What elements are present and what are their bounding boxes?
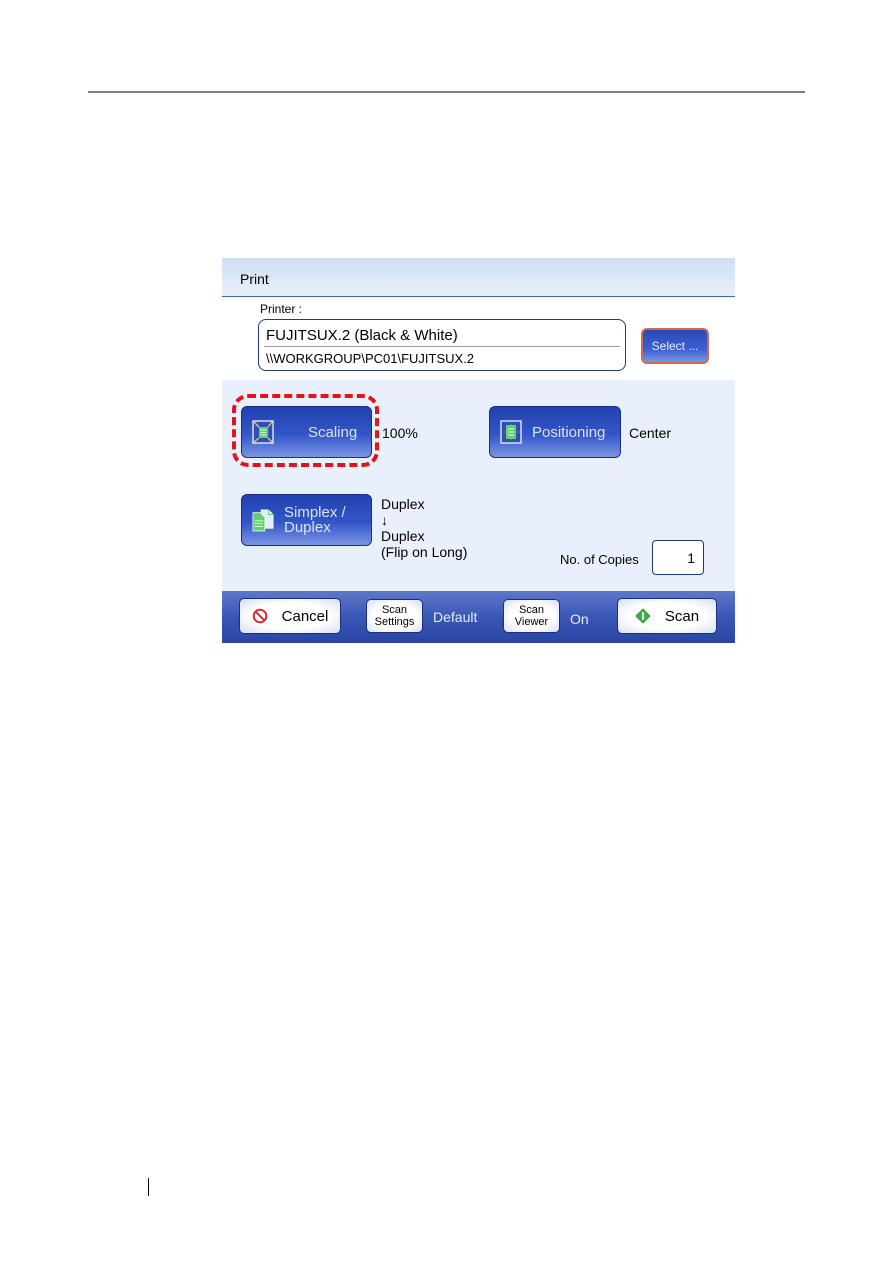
printer-name: FUJITSUX.2 (Black & White)	[266, 327, 458, 344]
cancel-icon	[252, 608, 267, 624]
options-panel: Scaling 100% Positioning Center Simplex …	[222, 380, 735, 591]
simplex-value-line1: Duplex	[381, 496, 425, 512]
scan-viewer-line2: Viewer	[514, 616, 549, 628]
simplex-duplex-value: Duplex ↓ Duplex (Flip on Long)	[381, 496, 467, 560]
simplex-value-line2: Duplex	[381, 528, 425, 544]
simplex-duplex-icon	[252, 509, 274, 532]
simplex-value-line3: (Flip on Long)	[381, 544, 468, 560]
scan-settings-value: Default	[433, 609, 478, 625]
window-title: Print	[240, 271, 269, 287]
title-bar: Print	[222, 258, 735, 297]
bottom-toolbar: Cancel Scan Settings Default Scan Viewer…	[222, 591, 735, 643]
scan-settings-line1: Scan	[381, 604, 408, 616]
select-printer-button[interactable]: Select ...	[641, 328, 709, 364]
printer-divider	[264, 346, 620, 347]
scan-viewer-value: On	[570, 611, 589, 627]
scan-settings-line2: Settings	[374, 616, 415, 628]
positioning-icon	[500, 420, 522, 444]
simplex-label-line1: Simplex /	[284, 504, 346, 521]
printer-section: Printer : FUJITSUX.2 (Black & White) \\W…	[222, 298, 735, 380]
printer-label: Printer :	[260, 302, 303, 316]
print-dialog: Print Printer : FUJITSUX.2 (Black & Whit…	[222, 258, 735, 643]
scaling-value: 100%	[382, 425, 418, 441]
scan-viewer-button[interactable]: Scan Viewer	[503, 599, 560, 633]
printer-display: FUJITSUX.2 (Black & White) \\WORKGROUP\P…	[258, 319, 626, 371]
positioning-value: Center	[629, 425, 672, 441]
printer-path: \\WORKGROUP\PC01\FUJITSUX.2	[266, 351, 475, 366]
simplex-duplex-button[interactable]: Simplex / Duplex	[241, 494, 372, 546]
scan-viewer-line1: Scan	[518, 604, 545, 616]
cancel-label: Cancel	[281, 607, 329, 625]
scan-settings-button[interactable]: Scan Settings	[366, 599, 423, 633]
simplex-duplex-label: Simplex / Duplex	[284, 505, 346, 535]
page-margin-mark	[148, 1178, 149, 1196]
copies-label: No. of Copies	[560, 552, 639, 567]
scan-label: Scan	[664, 607, 700, 625]
header-rule	[88, 91, 805, 93]
cancel-button[interactable]: Cancel	[239, 598, 341, 634]
simplex-value-arrow: ↓	[381, 512, 388, 528]
copies-input[interactable]: 1	[652, 540, 704, 575]
positioning-label: Positioning	[532, 423, 606, 441]
positioning-button[interactable]: Positioning	[489, 406, 621, 458]
scan-start-icon	[635, 608, 651, 624]
simplex-label-line2: Duplex	[284, 519, 331, 536]
scan-button[interactable]: Scan	[617, 598, 717, 634]
highlight-ring	[232, 394, 379, 467]
